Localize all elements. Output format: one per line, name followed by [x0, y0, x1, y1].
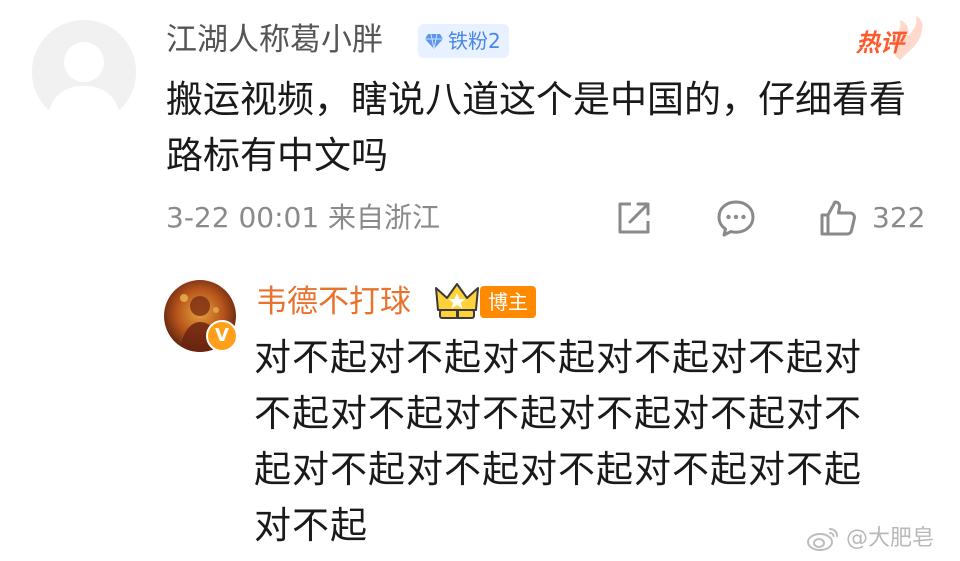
- reply-username[interactable]: 韦德不打球: [256, 280, 411, 324]
- blogger-badge: 博主: [480, 286, 536, 318]
- watermark: @大肥皂: [806, 524, 934, 554]
- like-count: 322: [872, 201, 926, 234]
- hot-comment-label: 热评: [856, 29, 904, 57]
- default-user-icon: [32, 20, 136, 124]
- diamond-icon: [425, 33, 443, 50]
- default-avatar[interactable]: [32, 20, 136, 124]
- share-icon[interactable]: [614, 198, 654, 238]
- like-icon[interactable]: [818, 198, 858, 238]
- crown-icon: [435, 283, 479, 319]
- reply-text: 对不起对不起对不起对不起对不起对不起对不起对不起对不起对不起对不起对不起对不起对…: [254, 336, 862, 547]
- fan-level-badge: 铁粉2: [418, 24, 509, 58]
- watermark-text: @大肥皂: [846, 526, 935, 551]
- comment-meta: 3-22 00:01 来自浙江: [166, 201, 441, 234]
- fan-badge-label: 铁粉2: [448, 29, 501, 53]
- comment-text: 搬运视频，瞎说八道这个是中国的，仔细看看路标有中文吗: [166, 78, 906, 177]
- verified-icon: V: [206, 320, 238, 352]
- comment-icon[interactable]: [716, 198, 756, 238]
- weibo-logo-icon: [807, 528, 838, 551]
- comment-username[interactable]: 江湖人称葛小胖: [166, 18, 383, 62]
- hot-comment-tag: 热评: [850, 14, 930, 64]
